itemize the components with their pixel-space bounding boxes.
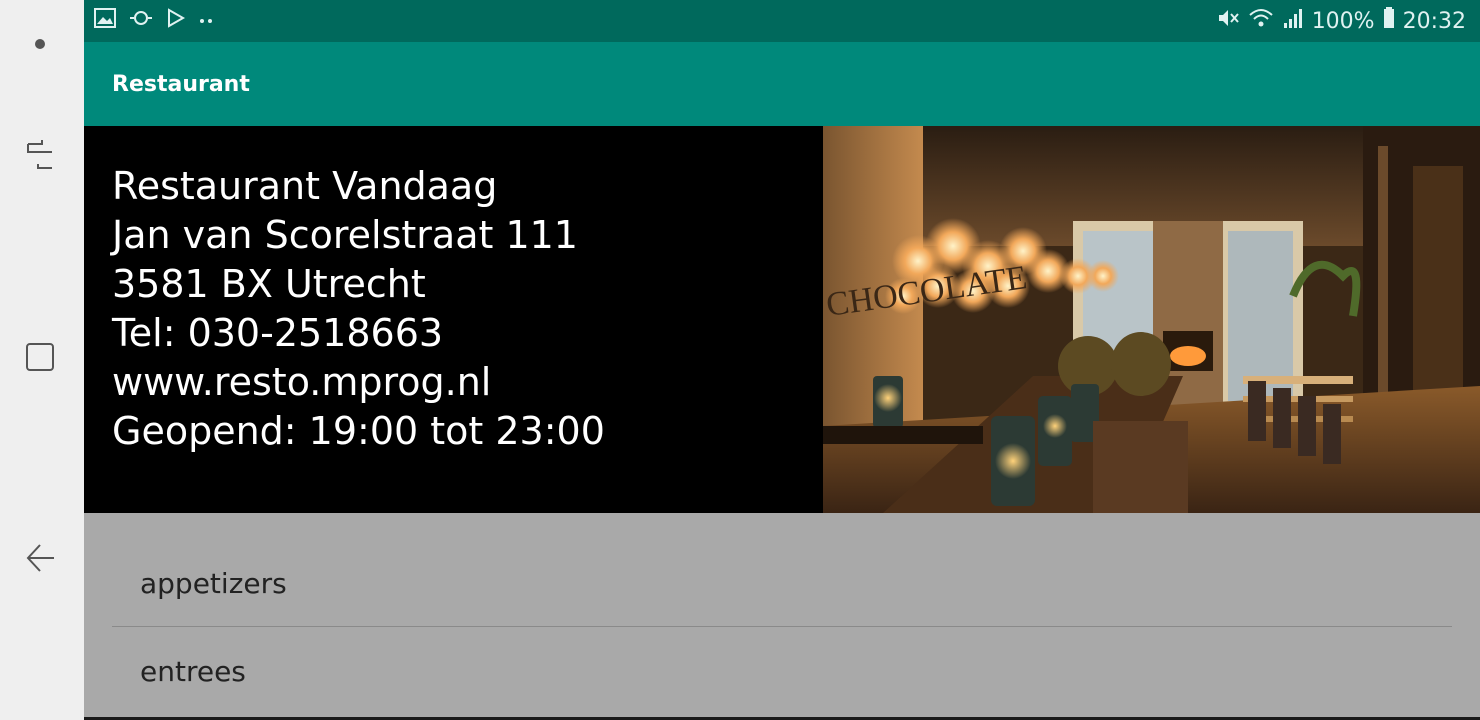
restaurant-info: Restaurant Vandaag Jan van Scorelstraat … [84, 126, 823, 513]
navigation-bar [0, 0, 84, 720]
battery-level: 100% [1311, 8, 1375, 34]
mute-icon [1216, 7, 1240, 35]
list-item-entrees[interactable]: entrees [112, 628, 1452, 714]
sync-icon [128, 8, 154, 33]
signal-icon [1282, 7, 1304, 35]
wifi-icon [1248, 7, 1274, 35]
clock: 20:32 [1402, 8, 1466, 34]
app-title: Restaurant [112, 72, 250, 97]
image-icon [94, 8, 116, 33]
restaurant-hours: Geopend: 19:00 tot 23:00 [112, 409, 605, 453]
restaurant-photo: CHOCOLATE [823, 126, 1480, 513]
restaurant-street: Jan van Scorelstraat 111 [112, 213, 578, 257]
restaurant-city: 3581 BX Utrecht [112, 262, 426, 306]
restaurant-website: www.resto.mprog.nl [112, 360, 492, 404]
nav-dot-icon[interactable] [18, 22, 62, 66]
home-icon[interactable] [18, 334, 62, 378]
restaurant-name: Restaurant Vandaag [112, 164, 498, 208]
restaurant-phone: Tel: 030-2518663 [112, 311, 444, 355]
play-store-icon [166, 8, 186, 33]
status-bar: 100% 20:32 [84, 0, 1480, 42]
list-item-appetizers[interactable]: appetizers [112, 541, 1452, 627]
battery-icon [1383, 7, 1395, 35]
app-bar: Restaurant [84, 42, 1480, 126]
back-icon[interactable] [18, 536, 62, 580]
category-list: appetizers entrees [84, 513, 1480, 720]
recents-icon[interactable] [18, 132, 62, 176]
more-dots-icon [198, 12, 216, 30]
